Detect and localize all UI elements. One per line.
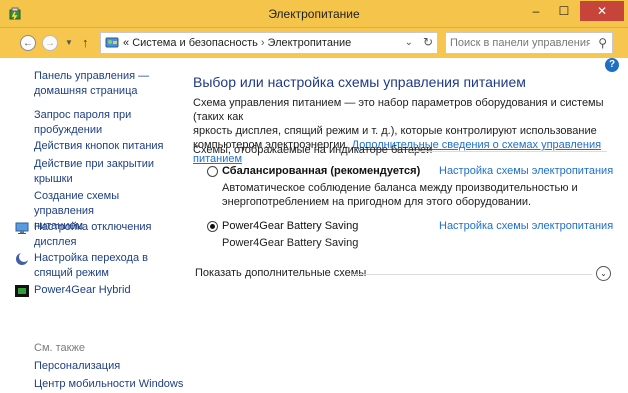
sidebar-item-label: крышки — [34, 173, 73, 185]
sidebar-item-mobility-center[interactable]: Центр мобильности Windows — [34, 377, 184, 392]
navigation-bar: ← → ▼ ↑ « Система и безопасность › Электро… — [0, 28, 628, 58]
sidebar-item-label: Создание схемы управления — [34, 190, 120, 217]
plan-radio-balanced[interactable] — [207, 166, 218, 177]
breadcrumb-prefix[interactable]: « — [123, 37, 129, 49]
plan-description-line: энергопотреблением на пригодном для этог… — [222, 196, 532, 208]
divider — [411, 151, 607, 152]
search-input[interactable] — [450, 35, 590, 51]
battery-meter-plans-label: Схемы, отображаемые на индикаторе батаре… — [193, 144, 433, 156]
left-pane: Панель управления — домашняя страница За… — [0, 58, 183, 393]
refresh-icon[interactable]: ↻ — [423, 35, 433, 49]
breadcrumb-power-options[interactable]: Электропитание — [268, 37, 352, 49]
breadcrumb: « Система и безопасность › Электропитание — [123, 37, 351, 49]
sidebar-item-control-panel-home[interactable]: Панель управления — домашняя страница — [34, 69, 174, 99]
control-panel-icon — [105, 37, 119, 48]
chevron-down-icon[interactable]: ⌄ — [596, 266, 611, 281]
sidebar-item-label: дисплея — [34, 236, 77, 248]
sidebar-item-label: Настройка отключения — [34, 221, 152, 233]
breadcrumb-separator[interactable]: › — [261, 37, 265, 49]
power4gear-icon — [15, 285, 29, 297]
divider — [352, 274, 592, 275]
help-icon[interactable]: ? — [605, 58, 619, 72]
recent-locations-dropdown[interactable]: ▼ — [65, 38, 73, 47]
back-button[interactable]: ← — [20, 35, 36, 51]
plan-description-power4gear: Power4Gear Battery Saving — [222, 237, 359, 249]
up-button[interactable]: ↑ — [82, 35, 89, 50]
plan-description-line: Автоматическое соблюдение баланса между … — [222, 182, 578, 194]
search-box[interactable]: ⚲ — [445, 32, 613, 54]
sidebar-item-label: Power4Gear Hybrid — [34, 284, 131, 296]
sidebar-item-label: спящий режим — [34, 267, 109, 279]
sidebar-item-label: Настройка перехода в — [34, 252, 148, 264]
plan-name-power4gear-battery-saving[interactable]: Power4Gear Battery Saving — [222, 220, 358, 232]
sidebar-item-display-off[interactable]: Настройка отключения дисплея — [34, 220, 174, 250]
description-line: Схема управления питанием — это набор па… — [193, 97, 604, 123]
close-button[interactable]: ✕ — [580, 1, 624, 21]
sidebar-item-power-buttons[interactable]: Действия кнопок питания — [34, 139, 174, 154]
page-title: Выбор или настройка схемы управления пит… — [193, 74, 526, 90]
sidebar-item-personalization[interactable]: Персонализация — [34, 359, 174, 374]
sidebar-item-lid-close[interactable]: Действие при закрытии крышки — [34, 157, 174, 187]
maximize-button[interactable]: ☐ — [551, 1, 577, 21]
plan-description-balanced: Автоматическое соблюдение баланса между … — [222, 181, 582, 209]
forward-button[interactable]: → — [42, 35, 58, 51]
sidebar-item-label: Действия кнопок питания — [34, 140, 164, 152]
sidebar-item-sleep[interactable]: Настройка перехода в спящий режим — [34, 251, 174, 281]
plan-settings-link-balanced[interactable]: Настройка схемы электропитания — [439, 165, 613, 177]
plan-radio-power4gear-battery-saving[interactable] — [207, 221, 218, 232]
minimize-button[interactable]: ‒ — [523, 1, 549, 21]
sidebar-item-label: домашняя страница — [34, 85, 138, 97]
see-also-heading: См. также — [34, 342, 85, 354]
sidebar-item-label: пробуждении — [34, 124, 103, 136]
sidebar-item-power4gear-hybrid[interactable]: Power4Gear Hybrid — [34, 283, 174, 298]
breadcrumb-system-security[interactable]: Система и безопасность — [132, 37, 258, 49]
search-icon[interactable]: ⚲ — [598, 36, 607, 50]
plan-name-balanced[interactable]: Сбалансированная (рекомендуется) — [222, 165, 420, 177]
display-icon — [15, 222, 29, 234]
address-bar[interactable]: « Система и безопасность › Электропитание … — [100, 32, 438, 54]
sleep-moon-icon — [16, 252, 29, 265]
show-additional-plans-label[interactable]: Показать дополнительные схемы — [195, 267, 366, 279]
sidebar-item-label: Действие при закрытии — [34, 158, 155, 170]
description-line: яркость дисплея, спящий режим и т. д.), … — [193, 125, 597, 137]
plan-settings-link-power4gear[interactable]: Настройка схемы электропитания — [439, 220, 613, 232]
address-dropdown-icon[interactable]: ⌄ — [405, 37, 413, 48]
sidebar-item-label: Панель управления — — [34, 70, 150, 82]
title-bar: Электропитание ‒ ☐ ✕ — [0, 0, 628, 28]
sidebar-item-require-password[interactable]: Запрос пароля при пробуждении — [34, 108, 174, 138]
sidebar-item-label: Запрос пароля при — [34, 109, 132, 121]
